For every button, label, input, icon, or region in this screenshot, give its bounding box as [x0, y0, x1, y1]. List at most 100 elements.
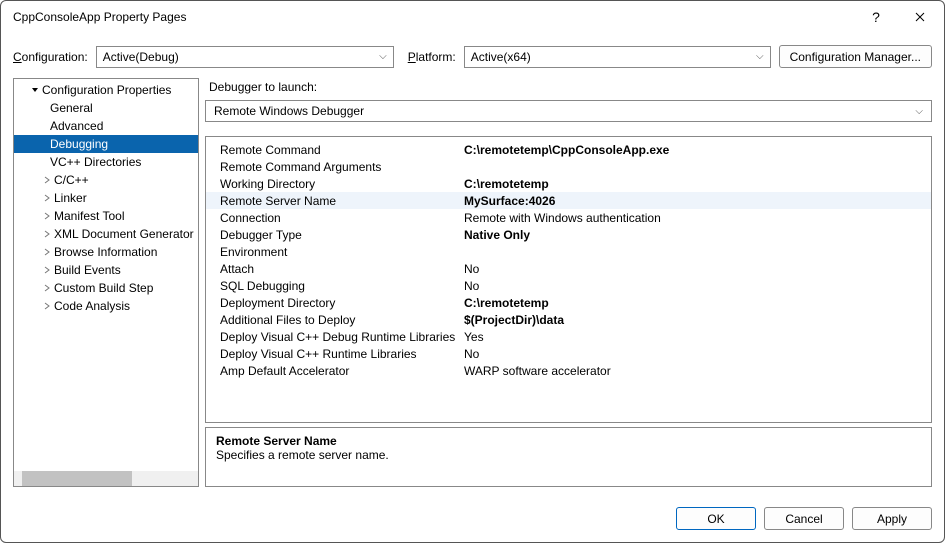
tree-item-label: Custom Build Step [54, 281, 153, 295]
property-row[interactable]: Additional Files to Deploy$(ProjectDir)\… [206, 311, 931, 328]
tree-item[interactable]: Debugging [14, 135, 199, 153]
property-row[interactable]: Deploy Visual C++ Runtime LibrariesNo [206, 345, 931, 362]
tree-item-label: General [50, 101, 93, 115]
property-name: Connection [220, 211, 464, 225]
property-value[interactable]: No [464, 279, 931, 293]
property-name: Amp Default Accelerator [220, 364, 464, 378]
platform-value: Active(x64) [471, 50, 531, 64]
tree-item-label: Manifest Tool [54, 209, 124, 223]
tree-h-scrollbar[interactable] [14, 471, 198, 486]
tree-item[interactable]: C/C++ [14, 171, 199, 189]
property-name: Attach [220, 262, 464, 276]
property-name: Remote Server Name [220, 194, 464, 208]
dialog-footer: OK Cancel Apply [1, 495, 944, 542]
tree-item-label: Debugging [50, 137, 108, 151]
debugger-launch-combo[interactable]: Remote Windows Debugger ⌵ [205, 100, 932, 122]
ok-button[interactable]: OK [676, 507, 756, 530]
tree-item[interactable]: Build Events [14, 261, 199, 279]
right-panel: Debugger to launch: Remote Windows Debug… [205, 78, 932, 487]
close-button[interactable] [898, 2, 942, 32]
apply-button[interactable]: Apply [852, 507, 932, 530]
debugger-launch-value: Remote Windows Debugger [214, 104, 364, 118]
property-value[interactable]: No [464, 262, 931, 276]
property-row[interactable]: AttachNo [206, 260, 931, 277]
main-body: Configuration Properties General Advanced D… [1, 78, 944, 495]
property-name: Environment [220, 245, 464, 259]
chevron-down-icon: ⌵ [379, 51, 387, 62]
close-icon [915, 12, 925, 22]
tree-item[interactable]: Linker [14, 189, 199, 207]
tree-item[interactable]: General [14, 99, 199, 117]
property-row[interactable]: Debugger TypeNative Only [206, 226, 931, 243]
property-row[interactable]: SQL DebuggingNo [206, 277, 931, 294]
collapsed-icon [40, 284, 54, 292]
property-row[interactable]: ConnectionRemote with Windows authentica… [206, 209, 931, 226]
collapsed-icon [40, 176, 54, 184]
tree-item[interactable]: Code Analysis [14, 297, 199, 315]
property-name: Deployment Directory [220, 296, 464, 310]
apply-label: Apply [877, 512, 907, 526]
tree-item-label: Code Analysis [54, 299, 130, 313]
window-title: CppConsoleApp Property Pages [13, 10, 854, 24]
tree-item[interactable]: Configuration Properties [14, 81, 199, 99]
platform-combo[interactable]: Active(x64) ⌵ [464, 46, 771, 68]
cancel-button[interactable]: Cancel [764, 507, 844, 530]
tree-item[interactable]: Custom Build Step [14, 279, 199, 297]
property-value[interactable]: WARP software accelerator [464, 364, 931, 378]
description-text: Specifies a remote server name. [216, 448, 921, 462]
tree-item[interactable]: XML Document Generator [14, 225, 199, 243]
property-name: Remote Command [220, 143, 464, 157]
property-row[interactable]: Remote Server NameMySurface:4026 [206, 192, 931, 209]
property-value[interactable]: Yes [464, 330, 931, 344]
property-value[interactable]: MySurface:4026 [464, 194, 931, 208]
description-title: Remote Server Name [216, 434, 921, 448]
tree-item-label: Build Events [54, 263, 121, 277]
titlebar: CppConsoleApp Property Pages ? [1, 1, 944, 33]
tree-item[interactable]: Browse Information [14, 243, 199, 261]
property-row[interactable]: Deployment DirectoryC:\remotetemp [206, 294, 931, 311]
property-row[interactable]: Working DirectoryC:\remotetemp [206, 175, 931, 192]
collapsed-icon [40, 266, 54, 274]
property-name: Deploy Visual C++ Debug Runtime Librarie… [220, 330, 464, 344]
property-value[interactable]: C:\remotetemp [464, 296, 931, 310]
configuration-manager-button[interactable]: Configuration Manager... [779, 45, 932, 68]
help-button[interactable]: ? [854, 2, 898, 32]
tree-item[interactable]: Manifest Tool [14, 207, 199, 225]
configuration-value: Active(Debug) [103, 50, 179, 64]
expanded-icon [28, 86, 42, 94]
property-value[interactable]: Remote with Windows authentication [464, 211, 931, 225]
ok-label: OK [707, 512, 724, 526]
property-row[interactable]: Remote CommandC:\remotetemp\CppConsoleAp… [206, 141, 931, 158]
configuration-manager-label: Configuration Manager... [790, 50, 921, 64]
collapsed-icon [40, 302, 54, 310]
configuration-combo[interactable]: Active(Debug) ⌵ [96, 46, 394, 68]
property-name: Remote Command Arguments [220, 160, 464, 174]
property-value[interactable]: $(ProjectDir)\data [464, 313, 931, 327]
property-row[interactable]: Environment [206, 243, 931, 260]
tree-item[interactable]: Advanced [14, 117, 199, 135]
property-value[interactable]: No [464, 347, 931, 361]
tree-item-label: Browse Information [54, 245, 157, 259]
tree-item[interactable]: VC++ Directories [14, 153, 199, 171]
tree-item-label: XML Document Generator [54, 227, 194, 241]
tree-h-scroll-thumb[interactable] [22, 471, 132, 486]
nav-tree[interactable]: Configuration Properties General Advanced D… [13, 78, 199, 487]
collapsed-icon [40, 212, 54, 220]
chevron-down-icon: ⌵ [915, 106, 923, 117]
configuration-label: Configuration: [13, 50, 88, 64]
property-value[interactable]: C:\remotetemp\CppConsoleApp.exe [464, 143, 931, 157]
config-bar: Configuration: Active(Debug) ⌵ Platform:… [1, 33, 944, 78]
collapsed-icon [40, 194, 54, 202]
property-grid[interactable]: Remote CommandC:\remotetemp\CppConsoleAp… [205, 136, 932, 423]
property-row[interactable]: Deploy Visual C++ Debug Runtime Librarie… [206, 328, 931, 345]
cancel-label: Cancel [785, 512, 822, 526]
property-row[interactable]: Amp Default AcceleratorWARP software acc… [206, 362, 931, 379]
platform-label: Platform: [408, 50, 456, 64]
property-value[interactable]: Native Only [464, 228, 931, 242]
description-panel: Remote Server Name Specifies a remote se… [205, 427, 932, 487]
property-value[interactable]: C:\remotetemp [464, 177, 931, 191]
property-name: Deploy Visual C++ Runtime Libraries [220, 347, 464, 361]
property-name: SQL Debugging [220, 279, 464, 293]
property-row[interactable]: Remote Command Arguments [206, 158, 931, 175]
tree-item-label: Configuration Properties [42, 83, 171, 97]
